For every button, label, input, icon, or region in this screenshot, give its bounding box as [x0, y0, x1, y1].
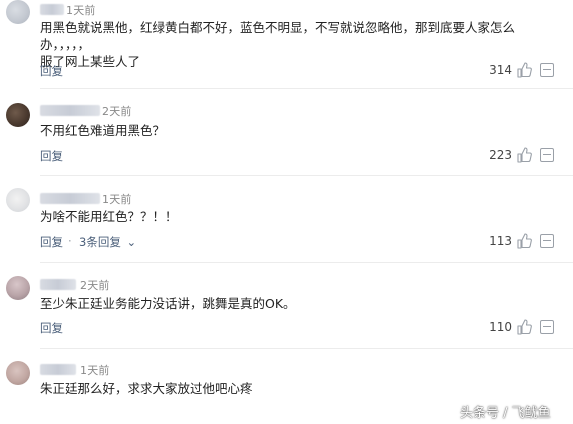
divider	[40, 88, 573, 89]
comment-time: 1天前	[80, 364, 110, 377]
divider	[40, 175, 573, 176]
divider	[40, 262, 573, 263]
view-replies-link[interactable]: 3条回复 ⌄	[79, 234, 136, 250]
avatar[interactable]	[6, 103, 30, 127]
avatar[interactable]	[6, 276, 30, 300]
comment-text-line: 不用红色难道用黑色？	[40, 123, 166, 138]
more-options-icon[interactable]	[540, 320, 554, 334]
reply-separator: ·	[68, 234, 72, 248]
divider	[40, 348, 573, 349]
view-replies-label: 3条回复	[79, 235, 121, 249]
comment-text-line: 用黑色就说黑他，红绿黄白都不好，蓝色不明显，不写就说忽略他，那到底要人家怎么办，…	[40, 20, 516, 52]
comment-time: 1天前	[102, 193, 132, 206]
username-blurred[interactable]	[40, 364, 76, 375]
watermark: 头条号 / 飞鱿鱼	[460, 406, 551, 421]
username-blurred[interactable]	[40, 279, 76, 290]
like-count: 113	[489, 234, 512, 248]
avatar[interactable]	[6, 361, 30, 385]
more-options-icon[interactable]	[540, 63, 554, 77]
like-count: 314	[489, 63, 512, 77]
username-blurred[interactable]	[40, 193, 100, 204]
comment-item: 1天前 用黑色就说黑他，红绿黄白都不好，蓝色不明显，不写就说忽略他，那到底要人家…	[0, 0, 573, 88]
username-blurred[interactable]	[40, 105, 100, 116]
reply-button[interactable]: 回复	[40, 320, 63, 336]
thumbs-up-icon[interactable]	[516, 147, 532, 163]
avatar[interactable]	[6, 0, 30, 24]
comment-text-line: 为啥不能用红色？？！！	[40, 209, 178, 224]
thumbs-up-icon[interactable]	[516, 62, 532, 78]
reply-button[interactable]: 回复	[40, 63, 63, 79]
like-count: 223	[489, 148, 512, 162]
thumbs-up-icon[interactable]	[516, 319, 532, 335]
avatar[interactable]	[6, 188, 30, 212]
like-count: 110	[489, 320, 512, 334]
more-options-icon[interactable]	[540, 234, 554, 248]
comment-time: 2天前	[80, 279, 110, 292]
comment-item: 2天前 不用红色难道用黑色？ 回复 223	[0, 100, 573, 175]
username-blurred[interactable]	[40, 4, 64, 15]
reply-button[interactable]: 回复	[40, 148, 63, 164]
comment-text-line: 至少朱正廷业务能力没话讲，跳舞是真的OK。	[40, 296, 296, 311]
comment-item: 1天前 为啥不能用红色？？！！ 回复 · 3条回复 ⌄ 113	[0, 188, 573, 262]
reply-button[interactable]: 回复	[40, 234, 63, 250]
chevron-down-icon: ⌄	[126, 235, 137, 249]
comment-time: 2天前	[102, 105, 132, 118]
comment-text: 朱正廷那么好，求求大家放过他吧心疼	[40, 380, 561, 397]
comment-text: 至少朱正廷业务能力没话讲，跳舞是真的OK。	[40, 295, 561, 312]
comment-text-line: 朱正廷那么好，求求大家放过他吧心疼	[40, 381, 253, 396]
comment-time: 1天前	[66, 4, 96, 17]
thumbs-up-icon[interactable]	[516, 233, 532, 249]
comment-text: 不用红色难道用黑色？	[40, 122, 561, 139]
comment-text: 为啥不能用红色？？！！	[40, 208, 561, 225]
more-options-icon[interactable]	[540, 148, 554, 162]
comment-item: 2天前 至少朱正廷业务能力没话讲，跳舞是真的OK。 回复 110	[0, 274, 573, 348]
